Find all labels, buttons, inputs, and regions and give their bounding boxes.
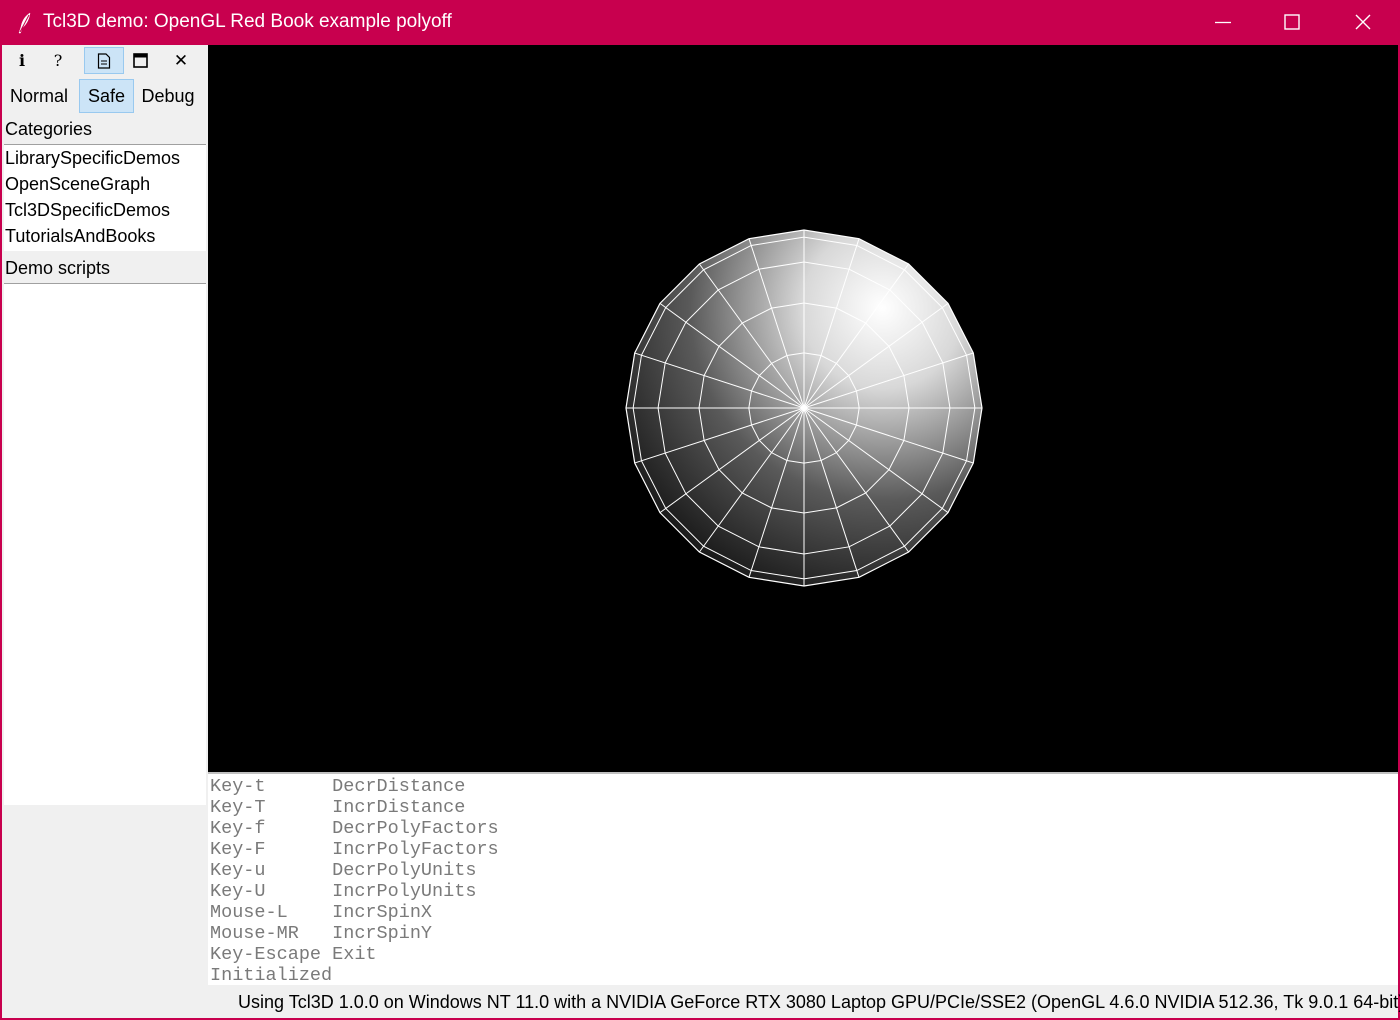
- shaded-sphere: [625, 229, 983, 587]
- help-icon: ?: [53, 51, 63, 70]
- maximize-icon: [132, 53, 148, 68]
- mode-normal-button[interactable]: Normal: [4, 79, 74, 113]
- category-item[interactable]: LibrarySpecificDemos: [4, 145, 206, 171]
- close-icon: [1355, 14, 1371, 30]
- document-icon: [97, 52, 111, 69]
- application-window: Tcl3D demo: OpenGL Red Book example poly…: [0, 0, 1400, 1020]
- category-item[interactable]: OpenSceneGraph: [4, 171, 206, 197]
- console-line: Key-U IncrPolyUnits: [210, 881, 477, 902]
- opengl-canvas[interactable]: [208, 45, 1398, 772]
- console-line: Mouse-L IncrSpinX: [210, 902, 433, 923]
- mode-debug-button[interactable]: Debug: [136, 79, 200, 113]
- console-line: Key-F IncrPolyFactors: [210, 839, 499, 860]
- category-item[interactable]: TutorialsAndBooks: [4, 223, 206, 249]
- close-button[interactable]: [1330, 0, 1396, 45]
- categories-label: Categories: [5, 119, 93, 139]
- window-title: Tcl3D demo: OpenGL Red Book example poly…: [43, 11, 452, 32]
- help-button[interactable]: ?: [38, 47, 78, 74]
- client-area: i ? ✕ Normal Safe Debug Categories Libra…: [2, 45, 1400, 1018]
- console-line: Key-Escape Exit: [210, 944, 377, 965]
- console-line: Key-T IncrDistance: [210, 797, 466, 818]
- console-line: Mouse-MR IncrSpinY: [210, 923, 433, 944]
- exit-button[interactable]: ✕: [161, 47, 201, 74]
- maximize-icon: [1284, 14, 1300, 30]
- maximize-button[interactable]: [1259, 0, 1325, 45]
- demo-scripts-label: Demo scripts: [5, 258, 111, 278]
- document-button[interactable]: [84, 47, 124, 74]
- minimize-icon: [1215, 21, 1231, 24]
- console-output[interactable]: Key-t DecrDistance Key-T IncrDistance Ke…: [208, 772, 1398, 986]
- category-item[interactable]: Tcl3DSpecificDemos: [4, 197, 206, 223]
- console-line: Key-u DecrPolyUnits: [210, 860, 477, 881]
- mode-safe-label: Safe: [87, 85, 126, 106]
- close-icon: ✕: [173, 50, 189, 70]
- info-icon: i: [18, 51, 26, 70]
- info-button[interactable]: i: [2, 47, 42, 74]
- console-line: Key-f DecrPolyFactors: [210, 818, 499, 839]
- minimize-button[interactable]: [1190, 0, 1256, 45]
- status-text: Using Tcl3D 1.0.0 on Windows NT 11.0 wit…: [238, 992, 1400, 1012]
- status-bar: Using Tcl3D 1.0.0 on Windows NT 11.0 wit…: [208, 990, 1400, 1016]
- console-line: Initialized: [210, 965, 333, 986]
- mode-normal-label: Normal: [9, 85, 68, 106]
- feather-icon: [18, 12, 31, 34]
- fullscreen-button[interactable]: [120, 47, 160, 74]
- console-line: Key-t DecrDistance: [210, 776, 466, 797]
- categories-list[interactable]: LibrarySpecificDemos OpenSceneGraph Tcl3…: [4, 144, 206, 251]
- demo-scripts-list[interactable]: [4, 283, 206, 805]
- mode-debug-label: Debug: [141, 85, 195, 106]
- mode-safe-button[interactable]: Safe: [79, 79, 134, 113]
- title-bar[interactable]: Tcl3D demo: OpenGL Red Book example poly…: [0, 0, 1400, 45]
